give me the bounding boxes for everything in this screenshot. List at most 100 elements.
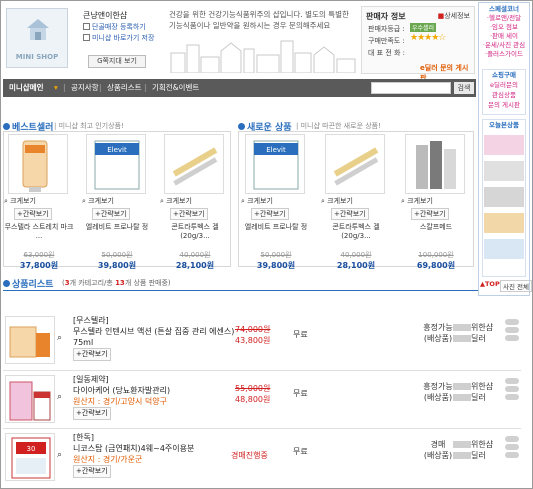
sidebar-item[interactable]: ·헬로앤/전달 bbox=[481, 14, 527, 23]
recent-product[interactable] bbox=[484, 161, 524, 181]
guide-item[interactable]: 관심상품 bbox=[481, 91, 527, 100]
product-name[interactable]: 무스텔라 인텐시브 액션 (튼살 집중 관리 에센스) 75ml bbox=[73, 326, 253, 348]
magnifier-icon[interactable]: ⌕ bbox=[57, 450, 62, 460]
guide-item[interactable]: e딜러문의 bbox=[481, 81, 527, 90]
view-all-button[interactable]: 사진 전체 bbox=[500, 280, 532, 292]
product-image[interactable] bbox=[325, 134, 385, 194]
product-image[interactable] bbox=[5, 316, 55, 364]
table-row[interactable]: 30 ⌕ [한독] 니코스탑 (금연패치)4웨~4주이용분 원산지 : 경기/가… bbox=[3, 430, 521, 489]
shortcut-option[interactable]: 미니샵 바로가기 저장 bbox=[83, 33, 154, 43]
seller-label: 딜러 bbox=[471, 334, 486, 343]
product-name[interactable]: 엘레비트 프로나탈 정 bbox=[241, 223, 311, 232]
new-card-2[interactable]: ⌕ 크게보기 +간략보기 콘트라투벡스 겔(20g/3... 40,000원 2… bbox=[321, 132, 391, 272]
item-count: 13 bbox=[115, 279, 125, 287]
table-row[interactable]: ⌕ [일동제약] 다이아케어 (당뇨환자발관리) 원산지 : 경기/고양시 덕양… bbox=[3, 372, 521, 432]
seller-detail-link[interactable]: ■상세정보 bbox=[438, 11, 470, 21]
product-image[interactable] bbox=[405, 134, 465, 194]
row-buttons[interactable] bbox=[505, 436, 521, 460]
nav-separator: | bbox=[144, 83, 147, 92]
shop-logo[interactable]: MINI SHOP bbox=[6, 8, 68, 68]
product-brand: [한독] bbox=[73, 433, 94, 442]
row-buttons[interactable] bbox=[505, 378, 521, 402]
sale-price: 28,100원 bbox=[175, 261, 215, 270]
product-name[interactable]: 엘레비트 프로나탈 정 bbox=[82, 223, 152, 232]
product-image[interactable]: Elevit bbox=[86, 134, 146, 194]
seller-grade-label: 판매자등급 : bbox=[368, 25, 405, 33]
shop-description: 건강을 위한 건강기능식품위주의 샵입니다. 별도의 특별한 기능식품이나 일반… bbox=[169, 10, 349, 30]
table-row[interactable]: ⌕ [무스텔라] 무스텔라 인텐시브 액션 (튼살 집중 관리 에센스) 75m… bbox=[3, 313, 521, 373]
sidebar-item[interactable]: ·운세/사진 관심 bbox=[481, 41, 527, 50]
zoom-link[interactable]: ⌕ 크게보기 bbox=[160, 196, 192, 206]
quick-view-button[interactable]: +간략보기 bbox=[170, 208, 208, 220]
recent-product[interactable] bbox=[484, 187, 524, 207]
svg-text:Elevit: Elevit bbox=[107, 146, 127, 154]
zoom-link[interactable]: ⌕ 크게보기 bbox=[4, 196, 36, 206]
best-card-2[interactable]: Elevit ⌕ 크게보기 +간략보기 엘레비트 프로나탈 정 50,000원 … bbox=[82, 132, 152, 272]
zoom-link[interactable]: ⌕ 크게보기 bbox=[321, 196, 353, 206]
product-name[interactable]: 콘트라투벡스 겔(20g/3... bbox=[160, 223, 230, 241]
best-card-3[interactable]: ⌕ 크게보기 +간략보기 콘트라투벡스 겔(20g/3... 40,000원 2… bbox=[160, 132, 230, 272]
product-image[interactable] bbox=[5, 375, 55, 423]
zoom-link[interactable]: ⌕ 크게보기 bbox=[401, 196, 433, 206]
new-card-3[interactable]: ⌕ 크게보기 +간략보기 스칼프메드 100,000원 69,800원 bbox=[401, 132, 471, 272]
blurred-text bbox=[453, 383, 471, 390]
row-buttons[interactable] bbox=[505, 319, 521, 343]
quick-view-button[interactable]: +간략보기 bbox=[73, 407, 111, 420]
product-image[interactable]: Elevit bbox=[245, 134, 305, 194]
quick-view-button[interactable]: +간략보기 bbox=[411, 208, 449, 220]
recent-product[interactable] bbox=[484, 239, 524, 259]
recent-product[interactable] bbox=[484, 213, 524, 233]
recent-title: 오늘본상품 bbox=[489, 121, 519, 129]
zoom-link[interactable]: ⌕ 크게보기 bbox=[82, 196, 114, 206]
house-icon bbox=[27, 19, 49, 40]
seller-name[interactable]: 위한샵 딜러 bbox=[453, 381, 493, 403]
top-button[interactable]: ▲TOP bbox=[480, 280, 500, 288]
checkbox[interactable] bbox=[83, 34, 90, 41]
best-card-1[interactable]: ⌕ 크게보기 +간략보기 무스텔라 스트레치 마크 ... 63,000원 37… bbox=[4, 132, 74, 272]
shop-logo-label: MINI SHOP bbox=[15, 53, 59, 61]
satisfaction-stars: ★★★★☆ bbox=[410, 33, 446, 43]
zoom-link[interactable]: ⌕ 크게보기 bbox=[241, 196, 273, 206]
search-button[interactable]: 검색 bbox=[454, 82, 474, 94]
top-label: TOP bbox=[485, 280, 500, 288]
sidebar-item[interactable]: ·임오 점보 bbox=[481, 23, 527, 32]
product-image[interactable] bbox=[8, 134, 68, 194]
seller-name[interactable]: 위한샵 딜러 bbox=[453, 322, 493, 344]
product-image[interactable]: 30 bbox=[5, 433, 55, 481]
zoom-label: 크게보기 bbox=[407, 197, 433, 205]
new-card-1[interactable]: Elevit ⌕ 크게보기 +간략보기 엘레비트 프로나탈 정 50,000원 … bbox=[241, 132, 311, 272]
list-title: 상품리스트 bbox=[3, 277, 53, 290]
guide-item[interactable]: 문의 게시판 bbox=[481, 101, 527, 110]
auction-status: 경매진행중 bbox=[231, 451, 268, 460]
nav-notice[interactable]: 공지사항 bbox=[71, 79, 99, 97]
checkbox[interactable] bbox=[83, 23, 90, 30]
quick-view-button[interactable]: +간략보기 bbox=[331, 208, 369, 220]
favorite-shop-option[interactable]: 단골매장 등록하기 bbox=[83, 22, 146, 32]
product-name[interactable]: 니코스탑 (금연패치)4웨~4주이용분 bbox=[73, 443, 253, 454]
seller-name[interactable]: 위한샵 딜러 bbox=[453, 439, 493, 461]
magnifier-icon[interactable]: ⌕ bbox=[57, 333, 62, 343]
grade-button[interactable]: G쪽지대 보기 bbox=[88, 55, 146, 68]
quick-view-button[interactable]: +간략보기 bbox=[251, 208, 289, 220]
product-name[interactable]: 스칼프메드 bbox=[401, 223, 471, 232]
nav-products[interactable]: 상품리스트 bbox=[107, 79, 142, 97]
quick-view-button[interactable]: +간략보기 bbox=[73, 465, 111, 478]
sidebar-item[interactable]: ·판매 세이 bbox=[481, 32, 527, 41]
quick-view-button[interactable]: +간략보기 bbox=[92, 208, 130, 220]
magnifier-icon[interactable]: ⌕ bbox=[57, 392, 62, 402]
summary-part: 개 카테고리/총 bbox=[69, 279, 116, 287]
search-input[interactable] bbox=[371, 82, 451, 94]
zoom-label: 크게보기 bbox=[247, 197, 273, 205]
nav-home[interactable]: 미니샵메인 bbox=[9, 79, 44, 97]
nav-events[interactable]: 기획전&이벤트 bbox=[152, 79, 199, 97]
summary-part: 개 상품 판매중) bbox=[124, 279, 171, 287]
quick-view-button[interactable]: +간략보기 bbox=[73, 348, 111, 361]
product-name[interactable]: 무스텔라 스트레치 마크 ... bbox=[4, 223, 74, 241]
product-name[interactable]: 다이아케어 (당뇨환자발관리) bbox=[73, 385, 253, 396]
sidebar-item[interactable]: ·플러스가이드 bbox=[481, 50, 527, 59]
shipping: 무료 bbox=[293, 330, 308, 339]
product-name[interactable]: 콘트라투벡스 겔(20g/3... bbox=[321, 223, 391, 241]
recent-product[interactable] bbox=[484, 135, 524, 155]
product-image[interactable] bbox=[164, 134, 224, 194]
quick-view-button[interactable]: +간략보기 bbox=[14, 208, 52, 220]
